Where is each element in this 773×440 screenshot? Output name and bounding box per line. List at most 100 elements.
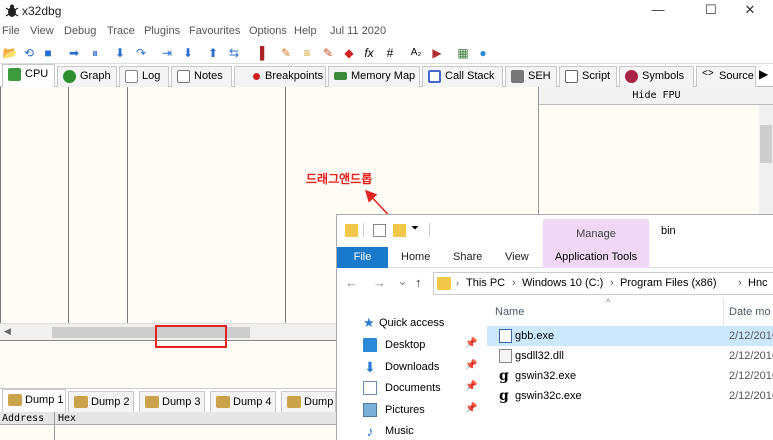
file-row-gswin32[interactable]: g gswin32.exe 2/12/2016: [487, 366, 773, 386]
file-date: 2/12/2016: [729, 370, 773, 382]
tab-breakpoints[interactable]: Breakpoints: [234, 66, 326, 87]
tab-dump-1[interactable]: Dump 1: [2, 389, 66, 414]
trace-record-icon[interactable]: ▐: [252, 45, 268, 61]
web-icon[interactable]: ●: [475, 45, 491, 61]
step-over-icon[interactable]: ↷: [133, 45, 149, 61]
menu-plugins[interactable]: Plugins: [144, 25, 180, 37]
ribbon-tab-file[interactable]: File: [337, 247, 388, 268]
file-row-gbb[interactable]: gbb.exe 2/12/2016: [487, 326, 773, 346]
ribbon-tab-share[interactable]: Share: [453, 251, 482, 263]
breadcrumb-this-pc[interactable]: This PC: [466, 277, 505, 289]
hash-icon[interactable]: #: [382, 45, 398, 61]
pin-icon[interactable]: 📌: [465, 338, 477, 349]
back-arrow-icon[interactable]: ←: [345, 275, 358, 290]
tab-dump-4[interactable]: Dump 4: [210, 391, 276, 413]
tab-seh[interactable]: SEH: [505, 66, 557, 87]
run-to-user-code-icon[interactable]: ⇆: [226, 45, 242, 61]
minimize-button[interactable]: —: [635, 0, 681, 22]
dump-icon: [74, 396, 88, 408]
tab-dump-2[interactable]: Dump 2: [68, 391, 134, 413]
ghostscript-icon: g: [499, 368, 509, 384]
address-column-header[interactable]: Address: [2, 412, 44, 425]
restart-icon[interactable]: ⟲: [21, 45, 37, 61]
ribbon-tab-view[interactable]: View: [505, 251, 529, 263]
scroll-left-icon[interactable]: ◀: [4, 326, 11, 337]
file-row-gswin32c[interactable]: g gswin32c.exe 2/12/2016: [487, 386, 773, 406]
file-name: gswin32c.exe: [515, 390, 582, 402]
file-row-gsdll32[interactable]: gsdll32.dll 2/12/2016: [487, 346, 773, 366]
column-divider: [54, 425, 55, 440]
breadcrumb-program-files[interactable]: Program Files (x86): [620, 277, 717, 289]
dump-icon: [145, 396, 159, 408]
tab-notes[interactable]: Notes: [171, 66, 232, 87]
tab-scroll-right-icon[interactable]: ▶: [759, 67, 768, 81]
forward-arrow-icon[interactable]: →: [373, 275, 386, 290]
tab-source[interactable]: <> Source: [696, 66, 756, 87]
labels-icon[interactable]: ✎: [320, 45, 336, 61]
stop-icon[interactable]: ■: [40, 45, 56, 61]
tab-label: Memory Map: [351, 70, 416, 82]
tab-cpu[interactable]: CPU: [2, 64, 55, 88]
file-name: gswin32.exe: [515, 370, 577, 382]
open-icon[interactable]: 📂: [2, 45, 18, 61]
trace-over-icon[interactable]: ⬇: [180, 45, 196, 61]
log-icon: [125, 70, 138, 83]
menu-trace[interactable]: Trace: [107, 25, 135, 37]
customize-dropdown-icon[interactable]: ⏷: [411, 223, 419, 234]
menu-file[interactable]: File: [2, 25, 20, 37]
execute-till-return-icon[interactable]: ⬆: [205, 45, 221, 61]
menu-options[interactable]: Options: [249, 25, 287, 37]
title-bar: x32dbg — ☐ ✕: [0, 0, 773, 22]
calculator-icon[interactable]: ▦: [455, 45, 471, 61]
tab-graph[interactable]: Graph: [57, 66, 117, 87]
file-list: ^ Name Date mo gbb.exe 2/12/2016 gsdll32…: [487, 297, 773, 440]
hide-fpu-button[interactable]: Hide FPU: [539, 87, 773, 105]
run-icon[interactable]: ➡: [66, 45, 82, 61]
close-button[interactable]: ✕: [727, 0, 773, 22]
functions-icon[interactable]: fx: [361, 45, 377, 61]
pin-icon[interactable]: 📌: [465, 403, 477, 414]
date-column-header[interactable]: Date mo: [729, 306, 771, 318]
name-column-header[interactable]: Name: [495, 306, 524, 318]
step-into-icon[interactable]: ⬇: [112, 45, 128, 61]
scripts-icon[interactable]: ▶: [429, 45, 445, 61]
breadcrumb-hnc[interactable]: Hnc: [748, 277, 768, 289]
separator: [363, 223, 364, 237]
pin-icon[interactable]: 📌: [465, 360, 477, 371]
scrollbar-thumb[interactable]: [760, 125, 772, 163]
tab-log[interactable]: Log: [119, 66, 169, 87]
dump-icon: [287, 396, 301, 408]
ribbon-tab-home[interactable]: Home: [401, 251, 430, 263]
menu-help[interactable]: Help: [294, 25, 317, 37]
patch-icon[interactable]: ✎: [278, 45, 294, 61]
file-list-header: ^ Name Date mo: [487, 297, 773, 326]
comments-icon[interactable]: ≡: [299, 45, 315, 61]
tab-script[interactable]: Script: [559, 66, 617, 87]
ribbon-tab-application-tools[interactable]: Application Tools: [543, 247, 649, 268]
new-folder-icon[interactable]: [393, 224, 406, 237]
manage-context-header[interactable]: Manage: [543, 219, 649, 247]
file-name: gbb.exe: [515, 330, 555, 342]
strings-icon[interactable]: A₂: [408, 45, 424, 61]
recent-dropdown-icon[interactable]: ⌄: [397, 273, 408, 289]
breadcrumb-windows-c[interactable]: Windows 10 (C:): [522, 277, 603, 289]
chevron-right-icon: ›: [512, 277, 516, 289]
tab-symbols[interactable]: Symbols: [619, 66, 694, 87]
menu-debug[interactable]: Debug: [64, 25, 96, 37]
tab-label: SEH: [528, 70, 551, 82]
pin-icon[interactable]: 📌: [465, 381, 477, 392]
tab-dump-5[interactable]: Dump: [281, 391, 336, 413]
tab-dump-3[interactable]: Dump 3: [139, 391, 205, 413]
bookmarks-icon[interactable]: ◆: [341, 45, 357, 61]
hex-column-header[interactable]: Hex: [58, 412, 76, 425]
highlight-box: [155, 325, 227, 348]
tab-memory-map[interactable]: Memory Map: [328, 66, 420, 87]
pause-icon[interactable]: ⏸: [87, 45, 103, 61]
tab-call-stack[interactable]: Call Stack: [422, 66, 503, 87]
trace-into-icon[interactable]: ⇥: [159, 45, 175, 61]
address-bar[interactable]: › This PC › Windows 10 (C:) › Program Fi…: [433, 272, 773, 295]
menu-view[interactable]: View: [30, 25, 54, 37]
menu-favourites[interactable]: Favourites: [189, 25, 240, 37]
up-arrow-icon[interactable]: ↑: [415, 275, 422, 290]
properties-icon[interactable]: [373, 224, 386, 237]
